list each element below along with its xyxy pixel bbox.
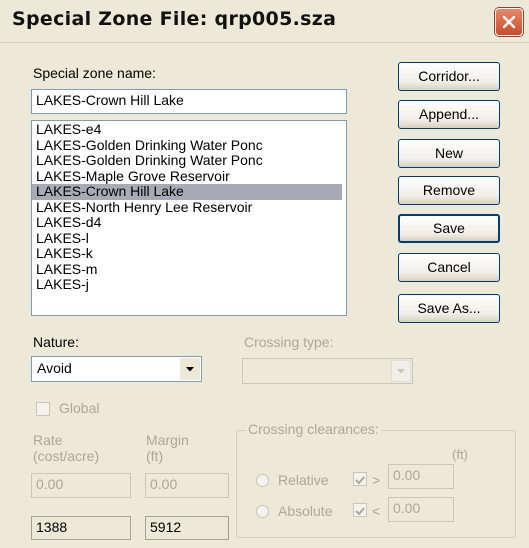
list-item[interactable]: LAKES-North Henry Lee Reservoir: [32, 199, 342, 216]
list-item[interactable]: LAKES-k: [32, 246, 342, 262]
list-item[interactable]: LAKES-Golden Drinking Water Ponc: [32, 137, 342, 154]
append-button[interactable]: Append...: [398, 100, 500, 129]
list-item[interactable]: LAKES-d4: [32, 215, 342, 231]
list-item[interactable]: LAKES-Golden Drinking Water Ponc: [32, 153, 342, 169]
rate-count: 1388: [31, 516, 131, 540]
relative-operator: >: [372, 472, 381, 488]
global-checkbox[interactable]: [36, 402, 50, 416]
nature-dropdown[interactable]: Avoid: [31, 356, 202, 382]
scroll-thumb[interactable]: [346, 176, 347, 186]
crossing-type-label: Crossing type:: [244, 334, 334, 350]
list-scrollbar[interactable]: [346, 122, 347, 314]
list-item[interactable]: LAKES-l: [32, 230, 342, 247]
scroll-up-button[interactable]: [346, 122, 347, 139]
relative-label: Relative: [278, 472, 329, 488]
rate-label: Rate: [33, 432, 63, 448]
close-icon: [502, 15, 516, 29]
list-item[interactable]: LAKES-j: [32, 277, 342, 293]
dropdown-arrow-icon: [397, 369, 405, 374]
absolute-operator: <: [372, 503, 381, 519]
nature-value: Avoid: [37, 360, 72, 376]
crossing-type-dropdown[interactable]: [242, 358, 413, 384]
list-item[interactable]: LAKES-Crown Hill Lake: [32, 184, 342, 200]
clearance-unit-label: (ft): [452, 447, 468, 462]
save-button[interactable]: Save: [398, 214, 500, 243]
global-label: Global: [59, 400, 100, 416]
list-item[interactable]: LAKES-e4: [32, 122, 342, 138]
remove-button[interactable]: Remove: [398, 176, 500, 205]
nature-dropdown-button[interactable]: [180, 358, 200, 380]
cancel-button[interactable]: Cancel: [398, 253, 500, 282]
check-icon: [355, 476, 365, 485]
list-item[interactable]: LAKES-Maple Grove Reservoir: [32, 168, 342, 185]
crossing-type-dropdown-button[interactable]: [391, 360, 411, 382]
relative-radio[interactable]: [256, 474, 269, 487]
nature-label: Nature:: [33, 334, 79, 350]
save-as-button[interactable]: Save As...: [398, 294, 500, 323]
absolute-radio[interactable]: [256, 505, 269, 518]
corridor-button[interactable]: Corridor...: [398, 62, 500, 91]
absolute-label: Absolute: [278, 503, 333, 519]
zone-listbox[interactable]: LAKES-e4 LAKES-Golden Drinking Water Ponc…: [31, 120, 347, 316]
relative-input[interactable]: 0.00: [388, 464, 454, 489]
relative-checkbox[interactable]: [353, 472, 367, 486]
rate-input[interactable]: 0.00: [31, 473, 131, 498]
margin-label: Margin: [146, 432, 189, 448]
margin-count: 5912: [145, 516, 229, 540]
zone-name-label: Special zone name:: [33, 65, 156, 81]
margin-unit-label: (ft): [146, 448, 164, 464]
scroll-down-button[interactable]: [346, 297, 347, 314]
absolute-checkbox[interactable]: [353, 503, 367, 517]
check-icon: [355, 507, 365, 516]
new-button[interactable]: New: [398, 139, 500, 168]
absolute-input[interactable]: 0.00: [388, 497, 454, 522]
window-title: Special Zone File: qrp005.sza: [12, 8, 337, 30]
list-item[interactable]: LAKES-m: [32, 261, 342, 278]
dropdown-arrow-icon: [186, 367, 194, 372]
rate-unit-label: (cost/acre): [33, 448, 100, 464]
close-button[interactable]: [495, 8, 523, 36]
zone-name-input[interactable]: LAKES-Crown Hill Lake: [31, 89, 347, 114]
crossing-clearances-title: Crossing clearances:: [246, 421, 381, 437]
margin-input[interactable]: 0.00: [145, 473, 229, 498]
